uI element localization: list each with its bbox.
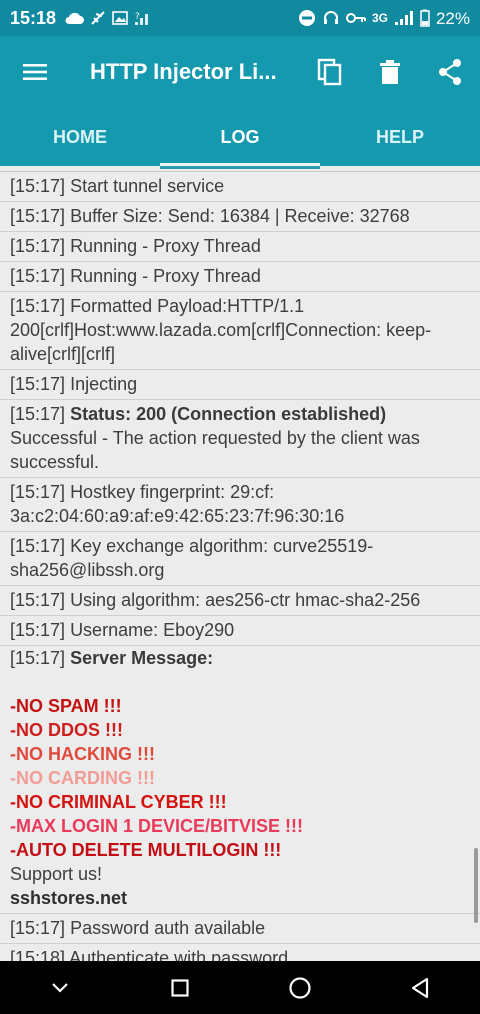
app-bar: HTTP Injector Li... <box>0 36 480 108</box>
do-not-disturb-icon <box>298 10 315 26</box>
log-time: [15:17] <box>10 918 66 938</box>
server-rule: -NO CARDING !!! <box>10 768 155 788</box>
delete-button[interactable] <box>360 36 420 108</box>
status-text: Status: 200 (Connection established) <box>70 404 387 424</box>
nav-recents-button[interactable] <box>150 961 210 1014</box>
log-text: Password auth available <box>70 918 266 938</box>
key-icon <box>345 13 366 23</box>
circle-icon <box>289 976 311 999</box>
tab-bar: HOME LOG HELP <box>0 108 480 166</box>
log-time: [15:17] <box>10 404 66 424</box>
log-entry: [15:17] Hostkey fingerprint: 29:cf: 3a:c… <box>0 478 480 532</box>
support-text: Support us! <box>10 864 103 884</box>
svg-text:?: ? <box>135 12 140 22</box>
scrollbar-thumb[interactable] <box>474 848 478 923</box>
log-entry: [15:17] Password auth available <box>0 914 480 944</box>
image-icon <box>112 11 128 25</box>
server-rule: -MAX LOGIN 1 DEVICE/BITVISE !!! <box>10 816 304 836</box>
log-time: [15:17] <box>10 620 66 640</box>
server-rule: -NO DDOS !!! <box>10 720 123 740</box>
log-text: Running - Proxy Thread <box>70 236 261 256</box>
menu-button[interactable] <box>0 36 70 108</box>
log-entry: [15:17] Running - Proxy Thread <box>0 232 480 262</box>
status-bar: 15:18 ? 3G 22% <box>0 0 480 36</box>
app-title: HTTP Injector Li... <box>90 59 277 84</box>
tab-help-label: HELP <box>375 126 424 147</box>
headset-icon <box>323 11 338 24</box>
share-icon <box>439 59 461 85</box>
log-entry: [15:17] Username: Eboy290 <box>0 616 480 646</box>
copy-icon <box>317 58 342 86</box>
log-time: [15:17] <box>10 590 66 610</box>
tab-log[interactable]: LOG <box>160 108 320 166</box>
tab-home-label: HOME <box>53 126 107 147</box>
log-entry-server-message: [15:17] Server Message: -NO SPAM !!! -NO… <box>0 646 480 914</box>
trash-icon <box>380 60 400 84</box>
tab-help[interactable]: HELP <box>320 108 480 166</box>
log-entry: [15:17] Formatted Payload:HTTP/1.1 200[c… <box>0 292 480 370</box>
log-time: [15:17] <box>10 206 66 226</box>
nav-back-button[interactable] <box>390 961 450 1014</box>
signal-icon <box>394 11 413 25</box>
server-rule: -NO SPAM !!! <box>10 696 122 716</box>
log-entry: [15:17] Injecting <box>0 370 480 400</box>
tab-home[interactable]: HOME <box>0 108 160 166</box>
navigation-bar <box>0 961 480 1014</box>
server-rule: -AUTO DELETE MULTILOGIN !!! <box>10 840 282 860</box>
status-right-icons: 3G 22% <box>298 9 470 27</box>
airplane-icon <box>91 11 105 25</box>
status-left-icons: ? <box>64 10 152 26</box>
log-entry: [15:17] Buffer Size: Send: 16384 | Recei… <box>0 202 480 232</box>
status-time: 15:18 <box>10 7 57 28</box>
cloud-icon <box>65 12 85 24</box>
log-text: Running - Proxy Thread <box>70 266 261 286</box>
log-entry: [15:17] Running - Proxy Thread <box>0 262 480 292</box>
log-entry: [15:17] Using algorithm: aes256-ctr hmac… <box>0 586 480 616</box>
nav-home-button[interactable] <box>270 961 330 1014</box>
log-list[interactable]: [15:17] Start tunnel service [15:17] Buf… <box>0 166 480 961</box>
log-text: Injecting <box>70 374 138 394</box>
server-rule: -NO HACKING !!! <box>10 744 155 764</box>
log-time: [15:17] <box>10 236 66 256</box>
log-time: [15:17] <box>10 482 66 502</box>
log-text: Username: Eboy290 <box>70 620 235 640</box>
app-bar-actions <box>300 36 480 108</box>
log-time: [15:17] <box>10 266 66 286</box>
log-time: [15:17] <box>10 296 66 316</box>
log-entry: [15:18] Authenticate with password <box>0 944 480 961</box>
tab-log-label: LOG <box>220 126 260 147</box>
status-detail: Successful - The action requested by the… <box>10 428 420 472</box>
server-rule: -NO CRIMINAL CYBER !!! <box>10 792 227 812</box>
log-text: Start tunnel service <box>70 176 225 196</box>
log-entry: [15:17] Key exchange algorithm: curve255… <box>0 532 480 586</box>
log-time: [15:17] <box>10 648 66 668</box>
network-type: 3G <box>371 11 388 25</box>
copy-button[interactable] <box>300 36 360 108</box>
battery-percent: 22% <box>435 8 470 28</box>
log-text: Formatted Payload:HTTP/1.1 200[crlf]Host… <box>10 296 432 364</box>
square-icon <box>171 978 189 997</box>
log-time: [15:18] <box>10 948 66 961</box>
log-entry-cut <box>0 166 480 172</box>
nav-hide-button[interactable] <box>30 961 90 1014</box>
hamburger-menu-icon <box>23 64 47 80</box>
back-triangle-icon <box>411 977 429 998</box>
battery-icon <box>420 9 430 27</box>
share-button[interactable] <box>420 36 480 108</box>
log-text: Buffer Size: Send: 16384 | Receive: 3276… <box>70 206 410 226</box>
log-entry: [15:17] Start tunnel service <box>0 172 480 202</box>
log-time: [15:17] <box>10 176 66 196</box>
support-site: sshstores.net <box>10 888 128 908</box>
log-time: [15:17] <box>10 374 66 394</box>
log-text: Key exchange algorithm: curve25519-sha25… <box>10 536 374 580</box>
log-time: [15:17] <box>10 536 66 556</box>
server-message-label: Server Message: <box>70 648 214 668</box>
log-text: Authenticate with password <box>69 948 289 961</box>
signal-off-icon: ? <box>135 12 149 25</box>
chevron-down-icon <box>52 982 68 993</box>
log-text: Using algorithm: aes256-ctr hmac-sha2-25… <box>70 590 421 610</box>
log-entry-status: [15:17] Status: 200 (Connection establis… <box>0 400 480 478</box>
